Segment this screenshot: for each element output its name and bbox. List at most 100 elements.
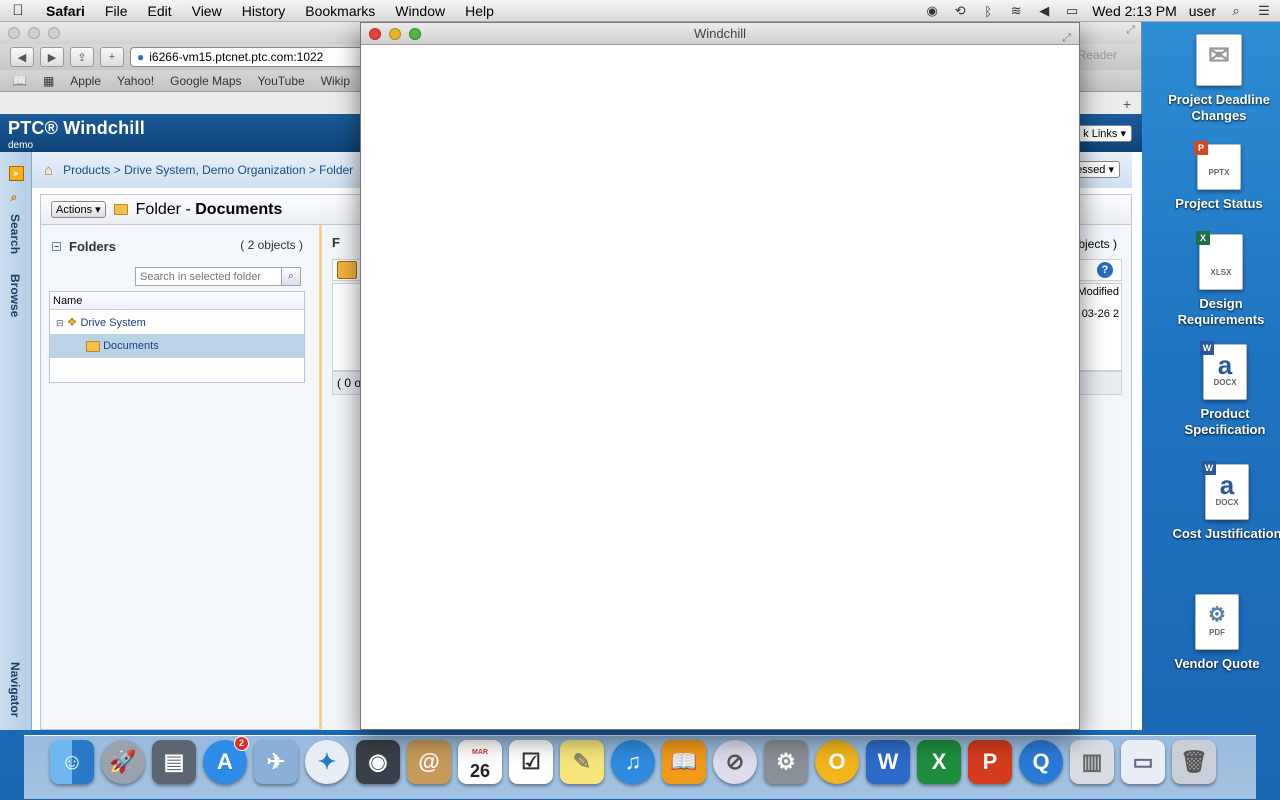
system-preferences-icon[interactable]: ⚙ xyxy=(764,740,808,784)
contacts-icon[interactable]: @ xyxy=(407,740,451,784)
mission-control-icon[interactable]: ▤ xyxy=(152,740,196,784)
no-entry-icon[interactable]: ⊘ xyxy=(713,740,757,784)
reminders-icon[interactable]: ☑ xyxy=(509,740,553,784)
menu-user[interactable]: user xyxy=(1189,3,1216,19)
new-folder-button[interactable] xyxy=(337,261,357,279)
powerpoint-icon[interactable]: P xyxy=(968,740,1012,784)
folder-search-button[interactable]: ⌕ xyxy=(281,267,301,286)
preview-icon[interactable]: ✈ xyxy=(254,740,298,784)
folder-search-input[interactable] xyxy=(135,267,301,286)
new-tab-button[interactable]: + xyxy=(1123,96,1131,112)
safari-icon[interactable]: ✦ xyxy=(305,740,349,784)
outlook-icon[interactable]: O xyxy=(815,740,859,784)
wifi-icon[interactable]: ≋ xyxy=(1008,3,1024,19)
ibooks-icon[interactable]: 📖 xyxy=(662,740,706,784)
breadcrumb-path[interactable]: Products > Drive System, Demo Organizati… xyxy=(63,163,353,177)
menu-window[interactable]: Window xyxy=(385,3,455,19)
battery-icon[interactable]: ▭ xyxy=(1064,3,1080,19)
menu-file[interactable]: File xyxy=(95,3,138,19)
menu-history[interactable]: History xyxy=(232,3,296,19)
menu-app-name[interactable]: Safari xyxy=(36,3,95,19)
menu-view[interactable]: View xyxy=(182,3,232,19)
trash-icon[interactable]: 🗑 xyxy=(1172,740,1216,784)
bookmark-youtube[interactable]: YouTube xyxy=(258,74,305,88)
desktop-icon-label: Project Deadline Changes xyxy=(1168,92,1270,123)
home-icon[interactable]: ⌂ xyxy=(44,162,53,179)
bluetooth-icon[interactable]: ᛒ xyxy=(980,4,996,19)
bookmark-apple[interactable]: Apple xyxy=(70,74,101,88)
folder-tree: Name ⊟ ❖ Drive System Documents xyxy=(49,291,305,383)
quick-links-dropdown[interactable]: k Links ▾ xyxy=(1077,125,1132,142)
applications-folder-icon[interactable]: ▥ xyxy=(1070,740,1114,784)
navigator-expand-icon[interactable]: ▸ xyxy=(9,166,24,181)
desktop-icon-vendor-quote[interactable]: ⚙ PDF Vendor Quote xyxy=(1162,594,1272,672)
table-cell-modified: 03-26 2 xyxy=(1081,308,1119,320)
finder-icon[interactable]: ☺ xyxy=(50,740,94,784)
tree-item-documents[interactable]: Documents xyxy=(50,334,304,358)
help-icon[interactable]: ? xyxy=(1097,262,1113,278)
excel-file-icon: X XLSX xyxy=(1196,231,1243,290)
collapse-icon[interactable]: − xyxy=(52,241,61,251)
add-bookmark-button[interactable]: + xyxy=(100,47,124,67)
safari-zoom-button[interactable] xyxy=(48,27,60,39)
powerpoint-file-icon: P PPTX xyxy=(1194,141,1241,190)
folders-pane-title: Folders xyxy=(69,238,116,254)
actions-menu-button[interactable]: Actions ▾ xyxy=(51,201,106,218)
tree-collapse-icon[interactable]: ⊟ xyxy=(56,318,64,328)
app-store-icon[interactable]: A2 xyxy=(203,736,249,784)
windchill-popup-window: Windchill ⤢ xyxy=(360,22,1080,730)
reader-button[interactable]: Reader xyxy=(1078,48,1117,62)
popup-close-button[interactable] xyxy=(369,28,381,40)
share-button[interactable]: ⇪ xyxy=(70,47,94,67)
time-machine-icon[interactable]: ⟲ xyxy=(952,3,968,19)
reading-list-icon[interactable]: 📖 xyxy=(12,74,27,88)
tab-browse[interactable]: Browse xyxy=(8,274,22,317)
address-bar[interactable]: ● i6266-vm15.ptcnet.ptc.com:1022 xyxy=(130,47,370,67)
top-sites-icon[interactable]: ▦ xyxy=(43,74,54,88)
volume-icon[interactable]: ◀ xyxy=(1036,3,1052,19)
menu-clock[interactable]: Wed 2:13 PM xyxy=(1092,3,1177,19)
facetime-icon[interactable]: ◉ xyxy=(356,740,400,784)
fullscreen-icon[interactable]: ⤢ xyxy=(1126,24,1135,37)
column-header-modified[interactable]: Modified xyxy=(1077,286,1119,298)
launchpad-icon[interactable]: 🚀 xyxy=(101,740,145,784)
screen-record-icon[interactable]: ◉ xyxy=(924,3,940,19)
desktop-icon-cost-justification[interactable]: W a DOCX Cost Justification xyxy=(1172,461,1280,542)
word-icon[interactable]: W xyxy=(866,740,910,784)
desktop-icon-product-specification[interactable]: W a DOCX Product Specification xyxy=(1170,341,1280,438)
folders-pane-header: − Folders ( 2 objects ) xyxy=(49,235,305,257)
popup-minimize-button[interactable] xyxy=(389,28,401,40)
column-header-name[interactable]: Name xyxy=(50,292,304,310)
spotlight-search-icon[interactable]: ⌕ xyxy=(1228,3,1244,19)
notes-icon[interactable]: ✎ xyxy=(560,740,604,784)
quicktime-icon[interactable]: Q xyxy=(1019,740,1063,784)
tree-item-drive-system[interactable]: ⊟ ❖ Drive System xyxy=(50,310,304,334)
bookmark-yahoo[interactable]: Yahoo! xyxy=(117,74,154,88)
itunes-icon[interactable]: ♫ xyxy=(611,740,655,784)
popup-titlebar: Windchill ⤢ xyxy=(361,23,1079,45)
apple-menu-icon[interactable]:  xyxy=(0,2,36,19)
back-button[interactable]: ◀ xyxy=(10,47,34,67)
menu-edit[interactable]: Edit xyxy=(137,3,181,19)
tree-item-label: Documents xyxy=(103,340,159,352)
menu-bookmarks[interactable]: Bookmarks xyxy=(295,3,385,19)
notification-list-icon[interactable]: ☰ xyxy=(1256,3,1272,19)
desktop-icon-project-status[interactable]: P PPTX Project Status xyxy=(1164,141,1274,212)
desktop-icon-project-deadline-changes[interactable]: ✉ Project Deadline Changes xyxy=(1164,34,1274,124)
forward-button[interactable]: ▶ xyxy=(40,47,64,67)
safari-minimize-button[interactable] xyxy=(28,27,40,39)
menu-bar:  Safari File Edit View History Bookmark… xyxy=(0,0,1280,22)
downloads-stack-icon[interactable]: ▭ xyxy=(1121,740,1165,784)
tab-search[interactable]: Search xyxy=(8,214,22,254)
windchill-logo[interactable]: PTC® Windchill xyxy=(8,118,145,139)
tab-navigator[interactable]: Navigator xyxy=(8,662,22,717)
search-magnifier-icon[interactable]: ⌕ xyxy=(8,192,22,204)
safari-close-button[interactable] xyxy=(8,27,20,39)
menu-help[interactable]: Help xyxy=(455,3,504,19)
excel-icon[interactable]: X xyxy=(917,740,961,784)
popup-zoom-button[interactable] xyxy=(409,28,421,40)
calendar-icon[interactable]: MAR 26 xyxy=(458,740,502,784)
bookmark-google-maps[interactable]: Google Maps xyxy=(170,74,241,88)
desktop-icon-design-requirements[interactable]: X XLSX Design Requirements xyxy=(1166,231,1276,328)
bookmark-wikipedia[interactable]: Wikip xyxy=(321,74,350,88)
